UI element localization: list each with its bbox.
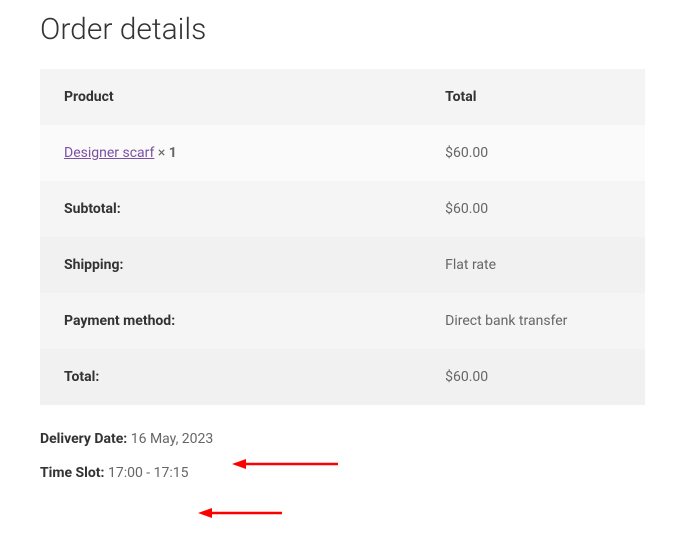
time-slot-label: Time Slot: <box>40 465 104 481</box>
table-row: Total: $60.00 <box>40 349 645 405</box>
product-qty: 1 <box>169 145 177 161</box>
col-header-product: Product <box>40 69 421 125</box>
delivery-date-value: 16 May, 2023 <box>131 431 214 447</box>
order-meta: Delivery Date: 16 May, 2023 Time Slot: 1… <box>40 431 645 481</box>
table-row: Designer scarf × 1 $60.00 <box>40 125 645 181</box>
table-row: Subtotal: $60.00 <box>40 181 645 237</box>
arrow-icon <box>198 507 282 527</box>
table-row: Payment method: Direct bank transfer <box>40 293 645 349</box>
footer-value: Flat rate <box>421 237 645 293</box>
order-details-table: Product Total Designer scarf × 1 $60.00 … <box>40 69 645 405</box>
footer-value: $60.00 <box>421 349 645 405</box>
product-total: $60.00 <box>421 125 645 181</box>
footer-value: Direct bank transfer <box>421 293 645 349</box>
col-header-total: Total <box>421 69 645 125</box>
footer-label: Payment method: <box>40 293 421 349</box>
delivery-date-label: Delivery Date: <box>40 431 127 447</box>
time-slot-line: Time Slot: 17:00 - 17:15 <box>40 465 645 481</box>
page-title: Order details <box>40 12 645 47</box>
product-qty-separator: × <box>158 145 169 161</box>
product-link[interactable]: Designer scarf <box>64 145 154 161</box>
order-details-page: Order details Product Total Designer sca… <box>0 0 685 529</box>
footer-label: Subtotal: <box>40 181 421 237</box>
footer-label: Total: <box>40 349 421 405</box>
table-row: Shipping: Flat rate <box>40 237 645 293</box>
delivery-date-line: Delivery Date: 16 May, 2023 <box>40 431 645 447</box>
footer-label: Shipping: <box>40 237 421 293</box>
footer-value: $60.00 <box>421 181 645 237</box>
product-cell: Designer scarf × 1 <box>40 125 421 181</box>
table-header-row: Product Total <box>40 69 645 125</box>
time-slot-value: 17:00 - 17:15 <box>108 465 189 481</box>
